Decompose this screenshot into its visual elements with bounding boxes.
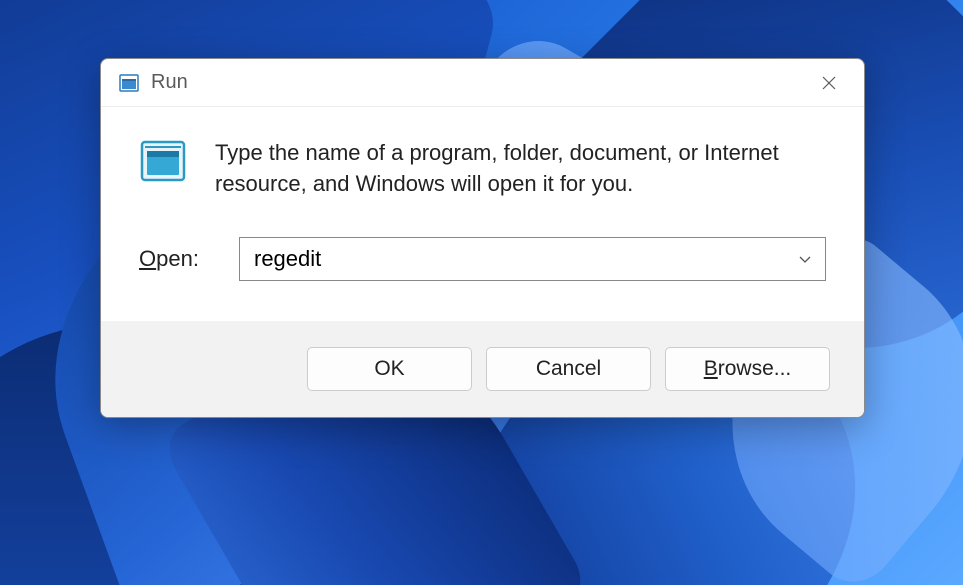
cancel-button[interactable]: Cancel: [486, 347, 651, 391]
close-button[interactable]: [808, 67, 850, 99]
run-icon: [139, 139, 187, 183]
chevron-down-icon: [798, 252, 812, 266]
run-titlebar-icon: [119, 74, 139, 92]
open-label: Open:: [139, 246, 211, 272]
dialog-title: Run: [151, 71, 808, 94]
command-input[interactable]: [240, 246, 785, 272]
combobox-dropdown-button[interactable]: [785, 238, 825, 280]
ok-button[interactable]: OK: [307, 347, 472, 391]
button-bar: OK Cancel Browse...: [101, 321, 864, 417]
close-icon: [821, 75, 837, 91]
titlebar[interactable]: Run: [101, 59, 864, 107]
dialog-description: Type the name of a program, folder, docu…: [215, 137, 826, 199]
command-combobox[interactable]: [239, 237, 826, 281]
dialog-body: Type the name of a program, folder, docu…: [101, 107, 864, 321]
browse-button[interactable]: Browse...: [665, 347, 830, 391]
run-dialog: Run Type the name of a program, folder, …: [100, 58, 865, 418]
